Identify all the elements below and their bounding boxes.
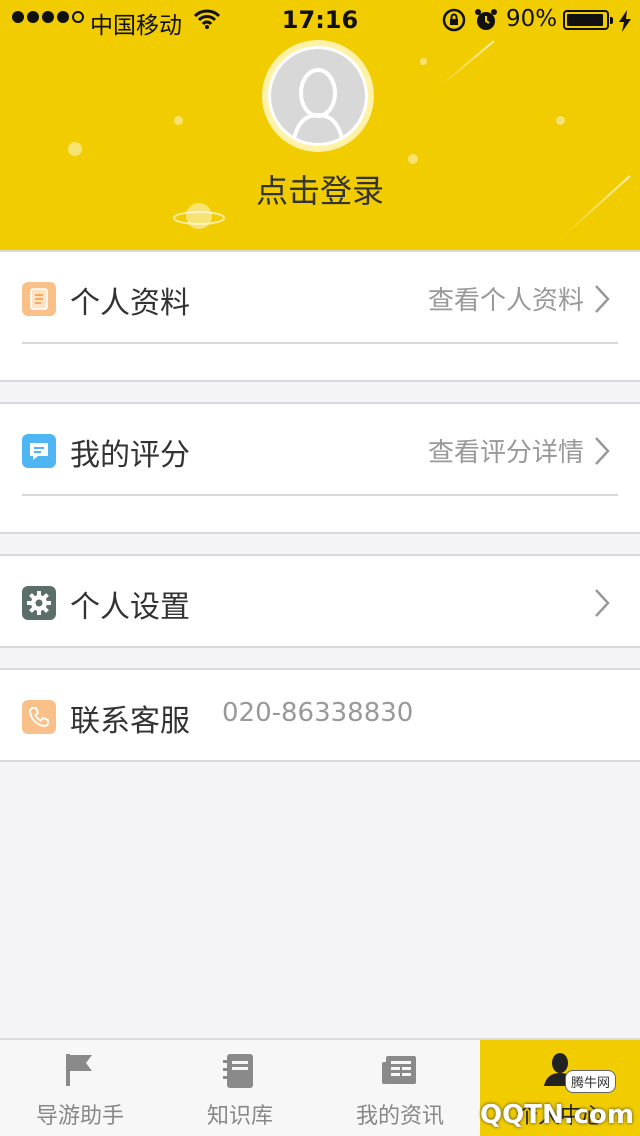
- profile-header: 中国移动 17:16 90% 点击登录: [0, 0, 640, 250]
- rating-card: 我的评分 查看评分详情: [0, 402, 640, 534]
- tab-label: 导游助手: [35, 1104, 124, 1129]
- alarm-icon: [475, 9, 497, 30]
- service-phone-number[interactable]: 020-86338830: [222, 698, 413, 728]
- menu-row-settings[interactable]: 个人设置: [0, 556, 640, 648]
- status-bar: 中国移动 17:16 90%: [0, 0, 640, 40]
- menu-row-service[interactable]: 联系客服 020-86338830: [0, 670, 640, 762]
- watermark-badge: 腾牛网: [564, 1070, 616, 1093]
- watermark-logo: 腾牛网 QQTN.com: [434, 1070, 634, 1132]
- login-prompt[interactable]: 点击登录: [0, 166, 640, 212]
- menu-row-detail: 查看个人资料: [427, 286, 584, 316]
- battery-icon: [563, 10, 613, 30]
- flag-icon: [66, 1054, 92, 1086]
- phone-icon: [22, 700, 56, 734]
- avatar[interactable]: [262, 40, 374, 152]
- message-icon: [22, 434, 56, 468]
- menu-row-label: 个人设置: [70, 590, 190, 625]
- divider: [22, 494, 618, 496]
- newspaper-icon: [382, 1056, 416, 1084]
- service-card: 联系客服 020-86338830: [0, 668, 640, 762]
- charging-bolt-icon: [619, 10, 631, 32]
- divider: [22, 342, 618, 344]
- tab-guide-assistant[interactable]: 导游助手: [0, 1040, 160, 1136]
- default-avatar-icon: [268, 46, 368, 146]
- settings-card: 个人设置: [0, 554, 640, 648]
- profile-card: 个人资料 查看个人资料: [0, 250, 640, 382]
- chevron-right-icon: [595, 437, 610, 465]
- menu-row-label: 我的评分: [70, 438, 190, 473]
- menu-row-label: 联系客服: [70, 704, 190, 739]
- menu-row-rating[interactable]: 我的评分 查看评分详情: [0, 404, 640, 496]
- menu-row-profile[interactable]: 个人资料 查看个人资料: [0, 252, 640, 344]
- menu-row-detail: 查看评分详情: [427, 438, 584, 468]
- document-icon: [22, 282, 56, 316]
- notebook-icon: [223, 1054, 253, 1088]
- rotation-lock-icon: [442, 8, 466, 32]
- watermark-text: QQTN.com: [480, 1100, 634, 1130]
- menu-row-label: 个人资料: [70, 286, 190, 321]
- battery-percentage: 90%: [506, 6, 558, 32]
- chevron-right-icon: [595, 285, 610, 313]
- gear-icon: [22, 586, 56, 620]
- chevron-right-icon: [595, 589, 610, 617]
- tab-label: 知识库: [206, 1104, 273, 1129]
- tab-knowledge-base[interactable]: 知识库: [160, 1040, 320, 1136]
